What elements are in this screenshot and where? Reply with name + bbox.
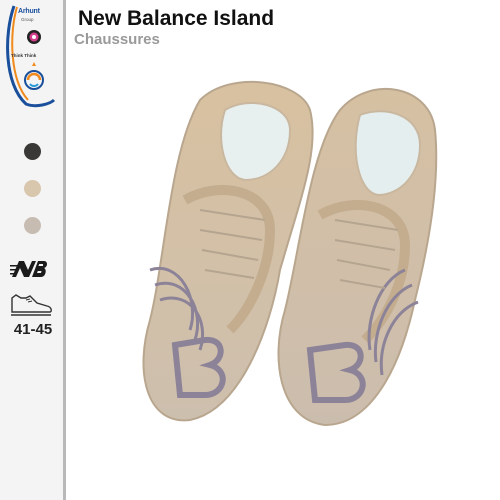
product-image [142,80,438,427]
brand-subtitle: Group [21,17,34,22]
brand-logo-block: Arhunt Group Think Think [6,4,56,108]
think-label: Think Think [11,53,37,58]
shoe-outline-icon [11,294,52,316]
product-title: New Balance Island [78,7,275,30]
product-category: Chaussures [74,31,160,48]
brand-name: Arhunt [18,8,40,15]
color-swatch-grey[interactable] [24,217,41,234]
color-swatch-dark[interactable] [24,143,41,160]
size-range-label: 41-45 [13,321,53,338]
new-balance-logo-icon [10,261,47,277]
sidebar: Arhunt Group Think Think 41-45 [0,0,66,500]
color-swatch-beige[interactable] [24,180,41,197]
